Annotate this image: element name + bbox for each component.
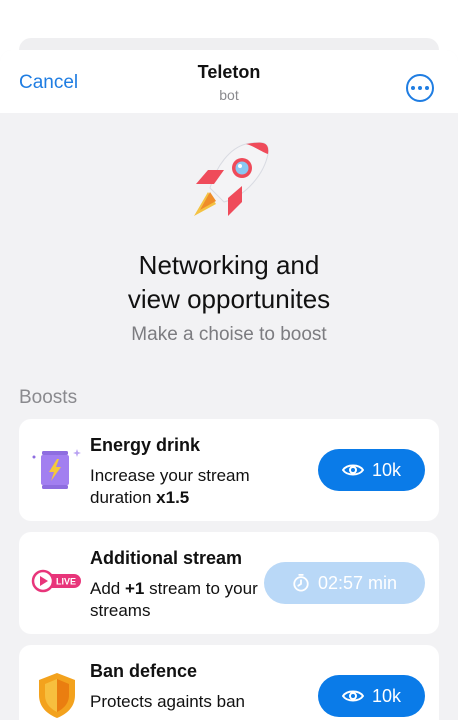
boost-price-label: 10k: [371, 459, 402, 480]
boost-buy-button[interactable]: 10k: [318, 675, 425, 717]
nav-subtitle: bot: [219, 87, 239, 103]
boost-description: Increase your stream duration x1.5: [90, 466, 250, 507]
eye-icon: [341, 690, 364, 702]
boost-price-label: 10k: [371, 685, 402, 706]
nav-title: Teleton: [197, 62, 261, 82]
live-stream-icon: LIVE: [31, 569, 81, 593]
hero-subtitle: Make a choise to boost: [131, 324, 327, 345]
hero-title-line1: Networking and: [138, 250, 320, 280]
timer-icon: [293, 574, 309, 592]
boost-title: Energy drink: [90, 435, 201, 455]
boost-card-energy-drink: Energy drink Increase your stream durati…: [19, 419, 439, 521]
boost-description: Add +1 stream to your streams: [90, 579, 258, 620]
boost-buy-button[interactable]: 10k: [318, 449, 425, 491]
boost-title: Ban defence: [90, 661, 198, 681]
boosts-section-label: Boosts: [19, 387, 78, 408]
boost-description: Protects againts ban: [90, 692, 245, 711]
shield-icon: [39, 673, 75, 718]
bot-sheet: Cancel Teleton bot Networking and view o…: [0, 50, 458, 720]
more-dots-icon[interactable]: [406, 74, 434, 102]
eye-icon: [341, 464, 364, 476]
rocket-icon: [194, 142, 269, 216]
boost-card-additional-stream: LIVE Additional stream Add +1 stream to …: [19, 532, 439, 634]
boost-title: Additional stream: [90, 548, 243, 568]
boost-timer-button[interactable]: 02:57 min: [264, 562, 425, 604]
boost-card-ban-defence: Ban defence Protects againts ban 10k: [19, 645, 439, 720]
hero-title: Networking and view opportunites: [0, 248, 458, 316]
live-badge-text: LIVE: [56, 577, 76, 587]
boost-timer-label: 02:57 min: [317, 572, 398, 593]
nav-bar: Cancel Teleton bot: [0, 50, 458, 113]
nav-title-block: Teleton bot: [0, 62, 458, 103]
energy-drink-icon: [32, 449, 81, 489]
hero-title-line2: view opportunites: [127, 284, 331, 314]
